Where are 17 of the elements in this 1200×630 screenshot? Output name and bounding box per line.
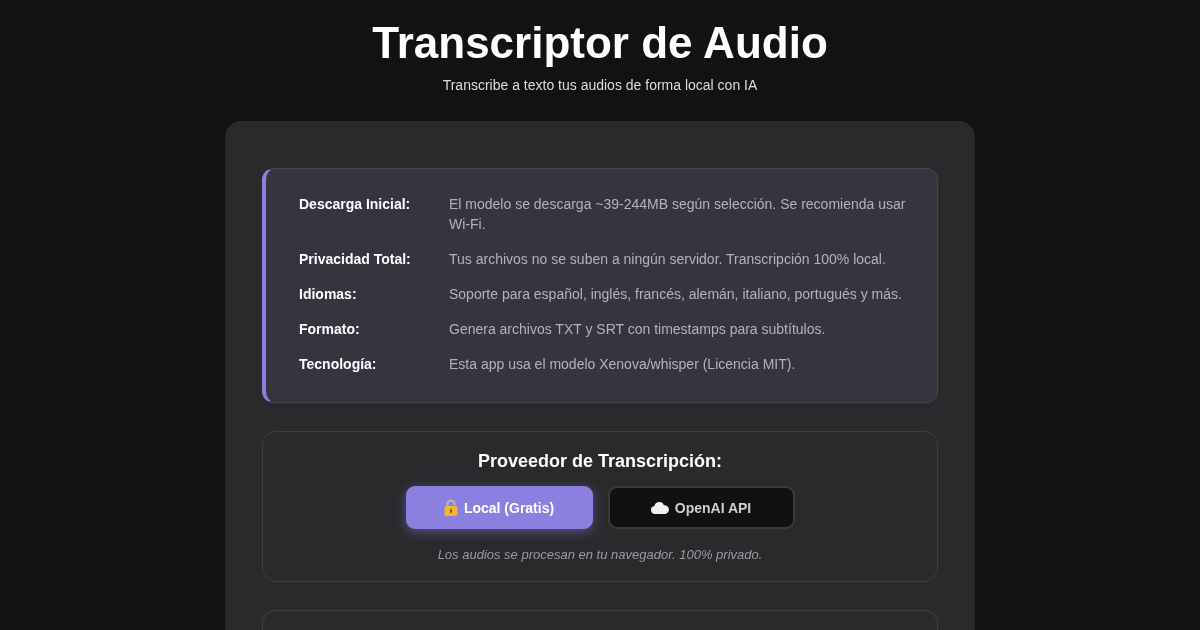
info-label: Formato: xyxy=(299,320,361,339)
provider-note: Los audios se procesan en tu navegador. 100% privado. xyxy=(437,547,763,563)
page-title: Transcriptor de Audio xyxy=(372,18,828,68)
page-subtitle: Transcribe a texto tus audios de forma local con IA xyxy=(442,76,758,94)
provider-title: Proveedor de Transcripción: xyxy=(477,450,723,472)
info-label: Privacidad Total: xyxy=(299,250,412,269)
info-text: El modelo se descarga ~39-244MB según selección. Se recomienda usar Wi-Fi. xyxy=(449,195,907,234)
info-label: Idiomas: xyxy=(299,285,358,304)
info-label: Tecnología: xyxy=(299,355,378,374)
info-text: Tus archivos no se suben a ningún servidor. Transcripción 100% local. xyxy=(449,250,887,269)
padlock-icon xyxy=(443,499,458,516)
provider-button[interactable]: OpenAI API xyxy=(607,486,795,529)
info-text: Soporte para español, inglés, francés, alemán, italiano, portugués y más. xyxy=(449,285,903,304)
cloud-icon xyxy=(650,501,669,514)
info-text: Esta app usa el modelo Xenova/whisper (Licencia MIT). xyxy=(449,355,797,374)
info-text: Genera archivos TXT y SRT con timestamps para subtítulos. xyxy=(449,320,827,339)
info-label: Descarga Inicial: xyxy=(299,195,412,214)
